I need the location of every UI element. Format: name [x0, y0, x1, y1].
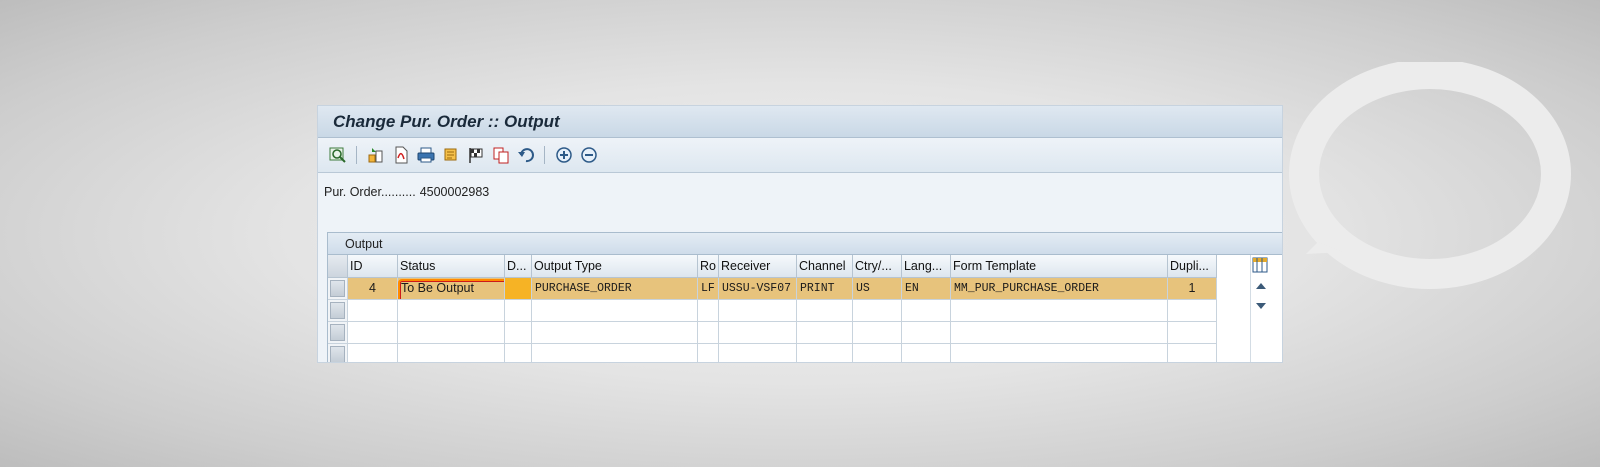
table-row[interactable]: 4 To Be Output PURCHASE_ORDER LF USSU-VS… [328, 277, 1217, 300]
scroll-up-icon[interactable] [1256, 283, 1266, 289]
print-icon[interactable] [414, 144, 437, 167]
scroll-icon[interactable] [439, 144, 462, 167]
row-selector[interactable] [328, 321, 348, 344]
toolbar-separator [356, 146, 357, 164]
cell-status[interactable]: To Be Output [397, 277, 505, 300]
toolbar [318, 138, 1282, 173]
process-icon[interactable] [364, 144, 387, 167]
cell-dupli[interactable]: 1 [1167, 277, 1217, 300]
column-header[interactable]: Channel [796, 255, 853, 278]
column-header[interactable]: Receiver [718, 255, 797, 278]
cell-form-template[interactable]: MM_PUR_PURCHASE_ORDER [950, 277, 1168, 300]
copy-icon[interactable] [489, 144, 512, 167]
row-selector[interactable] [328, 299, 348, 322]
po-label: Pur. Order.......... [324, 185, 416, 199]
table-header-row: ID Status D... Output Type Ro Receiver C… [328, 255, 1217, 278]
column-header[interactable]: Lang... [901, 255, 951, 278]
cell-d[interactable] [504, 277, 532, 300]
column-header[interactable]: Dupli... [1167, 255, 1217, 278]
add-icon[interactable] [552, 144, 575, 167]
select-all-cell[interactable] [328, 255, 348, 278]
flag-icon[interactable] [464, 144, 487, 167]
undo-icon[interactable] [514, 144, 537, 167]
display-icon[interactable] [326, 144, 349, 167]
column-layout-icon[interactable] [1252, 257, 1268, 278]
remove-icon[interactable] [577, 144, 600, 167]
cell-channel[interactable]: PRINT [796, 277, 853, 300]
cell-receiver[interactable]: USSU-VSF07 [718, 277, 797, 300]
column-header[interactable]: Ctry/... [852, 255, 902, 278]
toolbar-separator [544, 146, 545, 164]
cell-ro[interactable]: LF [697, 277, 719, 300]
cell-id[interactable]: 4 [347, 277, 398, 300]
table-row[interactable] [328, 299, 1217, 322]
output-table: ID Status D... Output Type Ro Receiver C… [328, 255, 1217, 362]
row-selector[interactable] [328, 343, 348, 362]
purchase-order-line: Pur. Order.......... 4500002983 [324, 185, 489, 199]
page-title: Change Pur. Order :: Output [333, 111, 560, 131]
cell-output-type[interactable]: PURCHASE_ORDER [531, 277, 698, 300]
po-number: 4500002983 [419, 185, 490, 199]
status-value: To Be Output [401, 281, 474, 295]
table-row[interactable] [328, 343, 1217, 362]
column-header[interactable]: Ro [697, 255, 719, 278]
column-header[interactable]: Form Template [950, 255, 1168, 278]
content-area: Pur. Order.......... 4500002983 Output ID… [318, 173, 1282, 362]
title-bar: Change Pur. Order :: Output [318, 106, 1282, 138]
scroll-down-icon[interactable] [1256, 303, 1266, 309]
cell-lang[interactable]: EN [901, 277, 951, 300]
cell-ctry[interactable]: US [852, 277, 902, 300]
sap-window: Change Pur. Order :: Output Pur. Order..… [318, 106, 1282, 362]
pdf-icon[interactable] [389, 144, 412, 167]
output-panel-title: Output [328, 233, 1282, 255]
column-header[interactable]: ID [347, 255, 398, 278]
table-row[interactable] [328, 321, 1217, 344]
column-header[interactable]: D... [504, 255, 532, 278]
row-selector[interactable] [328, 277, 348, 300]
output-panel: Output ID Status D... Output Type Ro Rec… [327, 232, 1282, 362]
column-header[interactable]: Output Type [531, 255, 698, 278]
speech-bubble-decoration [1289, 62, 1571, 289]
column-header[interactable]: Status [397, 255, 505, 278]
